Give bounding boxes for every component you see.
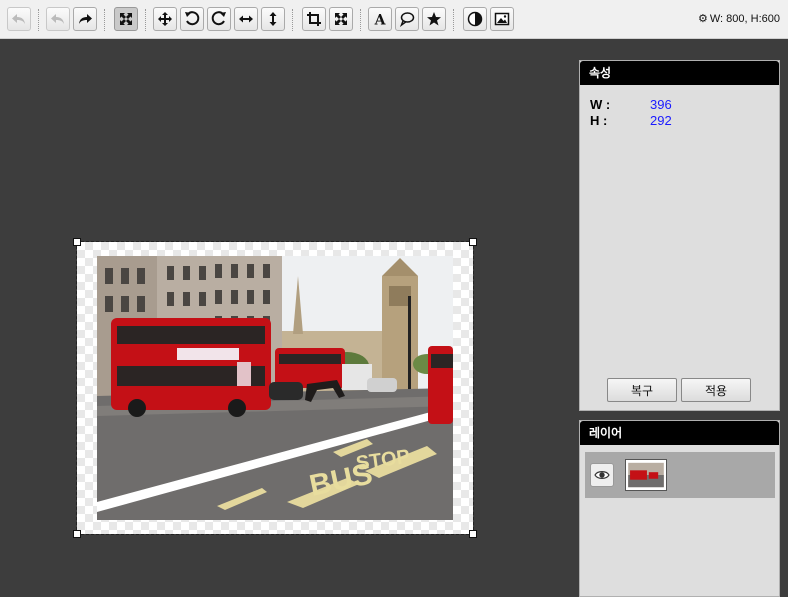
gear-icon: ⚙	[698, 13, 708, 25]
redo-button[interactable]	[73, 7, 97, 31]
rotate-right-icon	[211, 11, 226, 26]
fit-screen-icon	[120, 13, 132, 25]
resize-handle-bottom-left[interactable]	[73, 530, 81, 538]
eye-icon	[594, 471, 610, 479]
text-icon: A	[374, 13, 387, 28]
resize-handle-top-right[interactable]	[469, 238, 477, 246]
layer-item[interactable]	[585, 452, 775, 498]
rotate-left-button[interactable]	[180, 7, 204, 31]
speech-bubble-icon	[399, 12, 415, 27]
height-label: H :	[590, 113, 608, 128]
separator	[292, 9, 293, 31]
image-icon	[494, 12, 510, 26]
speech-bubble-button[interactable]	[395, 7, 419, 31]
layers-panel: 레이어	[579, 420, 780, 597]
canvas-size-info: ⚙ W: 800, H:600	[698, 12, 780, 25]
layer-thumbnail-image	[626, 460, 666, 490]
height-value: 292	[650, 113, 672, 128]
selection-frame[interactable]	[76, 241, 474, 535]
width-value: 396	[650, 97, 672, 112]
undo-all-icon	[12, 14, 25, 24]
properties-panel: 속성 W : 396 H : 292 복구 적용	[579, 60, 780, 411]
fit-screen-button[interactable]	[114, 7, 138, 31]
text-button[interactable]: A	[368, 7, 392, 31]
crop-button[interactable]	[302, 7, 326, 31]
resize-icon	[335, 13, 347, 25]
layer-thumbnail	[625, 459, 667, 491]
redo-icon	[79, 14, 92, 24]
flip-vertical-button[interactable]	[261, 7, 285, 31]
layer-visibility-toggle[interactable]	[590, 463, 614, 487]
layers-panel-title: 레이어	[580, 421, 779, 445]
flip-horizontal-icon	[239, 15, 253, 23]
properties-panel-title: 속성	[580, 61, 779, 85]
rotate-right-button[interactable]	[207, 7, 231, 31]
star-button[interactable]	[422, 7, 446, 31]
resize-handle-bottom-right[interactable]	[469, 530, 477, 538]
toolbar: A ⚙ W: 800, H:600	[0, 0, 788, 39]
move-icon	[158, 12, 172, 26]
separator	[104, 9, 105, 31]
separator	[38, 9, 39, 31]
contrast-icon	[467, 11, 483, 27]
separator	[360, 9, 361, 31]
svg-text:A: A	[374, 13, 387, 28]
star-icon	[427, 12, 441, 26]
canvas-size-text: W: 800, H:600	[709, 13, 780, 25]
move-button[interactable]	[153, 7, 177, 31]
reset-button[interactable]: 복구	[607, 378, 677, 402]
resize-button[interactable]	[329, 7, 353, 31]
width-label: W :	[590, 97, 611, 112]
resize-handle-top-left[interactable]	[73, 238, 81, 246]
undo-icon	[51, 14, 64, 24]
crop-icon	[307, 12, 321, 26]
flip-vertical-icon	[269, 12, 277, 26]
separator	[453, 9, 454, 31]
undo-all-button[interactable]	[7, 7, 31, 31]
undo-button[interactable]	[46, 7, 70, 31]
contrast-button[interactable]	[463, 7, 487, 31]
image-button[interactable]	[490, 7, 514, 31]
flip-horizontal-button[interactable]	[234, 7, 258, 31]
rotate-left-icon	[185, 11, 200, 26]
separator	[145, 9, 146, 31]
apply-button[interactable]: 적용	[681, 378, 751, 402]
